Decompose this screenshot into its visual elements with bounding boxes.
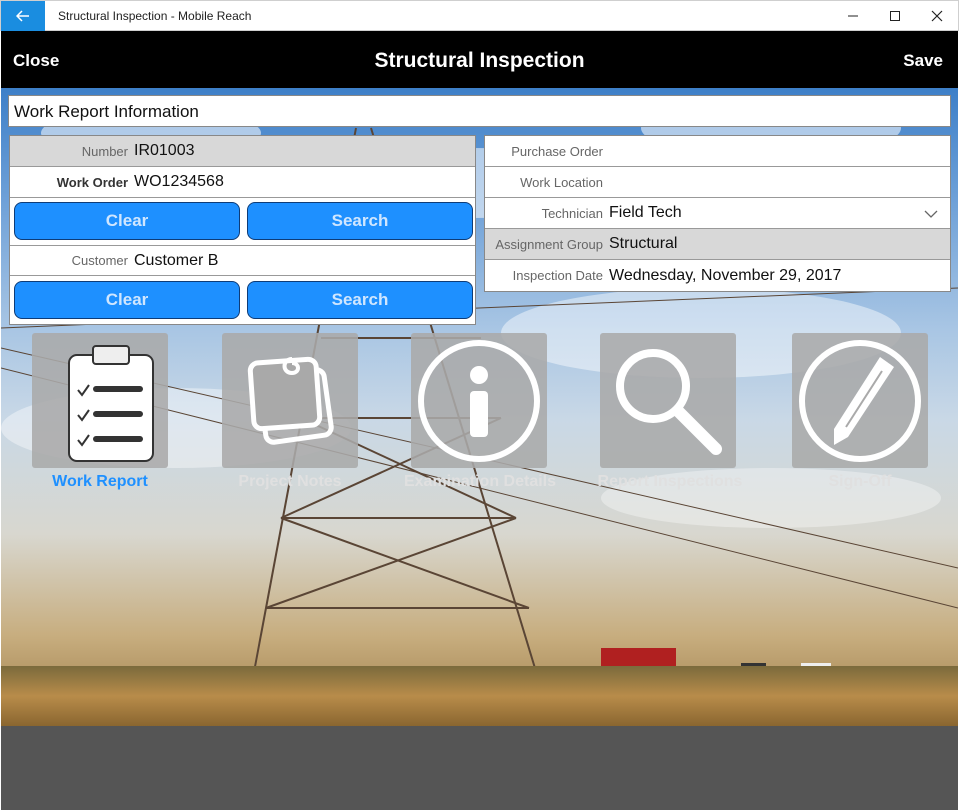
section-header: Work Report Information: [8, 95, 951, 127]
window-titlebar: Structural Inspection - Mobile Reach: [0, 0, 959, 31]
tile-label-sign-off[interactable]: Sign-Off: [792, 473, 928, 491]
pen-icon: [799, 339, 921, 462]
window-title: Structural Inspection - Mobile Reach: [58, 9, 252, 23]
close-window-button[interactable]: [914, 1, 959, 31]
tile-work-report[interactable]: [32, 333, 168, 468]
technician-value: Field Tech: [609, 204, 682, 221]
assignment-group-value: Structural: [609, 235, 678, 252]
tile-examination-details[interactable]: [411, 333, 547, 468]
tile-project-notes[interactable]: [222, 333, 358, 468]
tile-label-project-notes[interactable]: Project Notes: [200, 473, 380, 491]
magnifier-icon: [616, 348, 722, 455]
back-button[interactable]: [1, 1, 45, 31]
number-value: IR01003: [134, 142, 195, 159]
notes-icon: [247, 356, 334, 445]
clear-customer-button[interactable]: Clear: [14, 281, 240, 319]
number-label: Number: [81, 143, 128, 159]
work-order-value: WO1234568: [134, 173, 224, 190]
chevron-down-icon: [924, 210, 938, 218]
work-order-label: Work Order: [56, 174, 128, 190]
work-order-field[interactable]: Work Order WO1234568: [10, 167, 475, 198]
search-customer-button[interactable]: Search: [247, 281, 473, 319]
assignment-group-field: Assignment Group Structural: [485, 229, 950, 260]
inspection-date-value: Wednesday, November 29, 2017: [609, 266, 842, 284]
bottom-bar: [1, 726, 958, 810]
save-button[interactable]: Save: [903, 51, 943, 71]
inspection-date-label: Inspection Date: [512, 268, 603, 283]
minimize-icon: [848, 15, 858, 17]
search-work-order-button[interactable]: Search: [247, 202, 473, 240]
minimize-button[interactable]: [830, 1, 876, 31]
back-arrow-icon: [16, 10, 29, 22]
clipboard-checklist-icon: [68, 345, 154, 462]
tile-label-examination-details[interactable]: Examination Details: [385, 473, 575, 491]
work-location-label: Work Location: [520, 174, 603, 190]
purchase-order-label: Purchase Order: [511, 143, 603, 159]
left-panel: Number IR01003 Work Order WO1234568 Clea…: [9, 135, 476, 325]
inspection-date-field[interactable]: Inspection Date Wednesday, November 29, …: [485, 260, 950, 291]
customer-label: Customer: [71, 253, 128, 268]
close-icon: [931, 10, 943, 22]
page-title: Structural Inspection: [374, 49, 585, 72]
assignment-group-label: Assignment Group: [495, 236, 603, 252]
work-location-field[interactable]: Work Location: [485, 167, 950, 198]
purchase-order-field[interactable]: Purchase Order: [485, 136, 950, 167]
tile-label-work-report[interactable]: Work Report: [32, 473, 168, 491]
maximize-icon: [890, 11, 900, 21]
customer-value: Customer B: [134, 251, 219, 269]
tile-report-inspections[interactable]: [600, 333, 736, 468]
number-field: Number IR01003: [10, 136, 475, 167]
tile-sign-off[interactable]: [792, 333, 928, 468]
customer-field[interactable]: Customer Customer B: [10, 245, 475, 276]
app-bar: Close Structural Inspection Save: [1, 31, 958, 88]
maximize-button[interactable]: [872, 1, 918, 31]
clear-work-order-button[interactable]: Clear: [14, 202, 240, 240]
technician-label: Technician: [541, 205, 603, 221]
right-panel: Purchase Order Work Location Technician …: [484, 135, 951, 292]
info-icon: [418, 339, 540, 462]
tile-label-report-inspections[interactable]: Report Inspections: [575, 473, 765, 491]
technician-dropdown[interactable]: Technician Field Tech: [485, 198, 950, 229]
